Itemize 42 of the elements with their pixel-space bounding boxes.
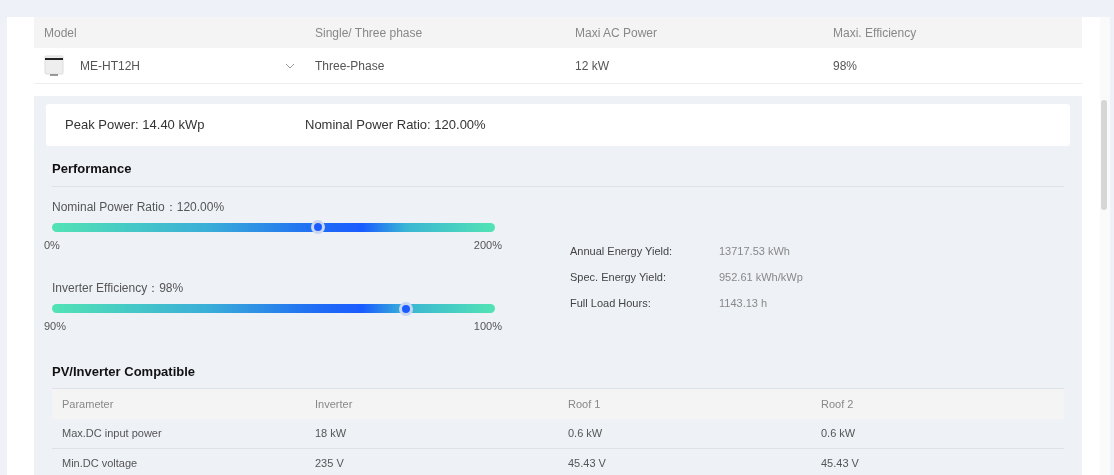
table-cell-text: 45.43 V [567,456,607,472]
stat-label: Annual Energy Yield: [570,243,674,258]
table-cell-text: 0.6 kW [820,426,857,442]
stat-label: Full Load Hours: [570,295,652,310]
table-cell-text: 98% [832,57,859,75]
table-cell-text: 18 kW [314,426,348,442]
slider-label: Nominal Power Ratio：120.00% [52,198,226,215]
column-header: Single/ Three phase [314,24,424,42]
column-header: Parameter [61,396,115,412]
slider-thumb[interactable] [399,301,414,316]
table-cell-text: Min.DC voltage [61,456,139,472]
table-cell-text: 12 kW [574,57,610,75]
scrollbar-thumb[interactable] [1101,100,1107,210]
column-header: Roof 1 [567,396,602,412]
slider-thumb[interactable] [310,220,325,234]
column-header: Roof 2 [820,396,855,412]
column-header: Inverter [314,396,354,412]
column-header: Maxi AC Power [574,24,659,42]
slider-max-label: 100% [473,319,502,334]
table-cell-text: Max.DC input power [61,426,163,442]
nominal-ratio-text: Nominal Power Ratio: 120.00% [305,116,486,135]
model-select[interactable]: ME-HT12H [34,48,305,83]
stat-value: 13717.53 kWh [719,243,790,258]
slider-max-label: 200% [473,237,502,253]
table-cell-text: 0.6 kW [567,426,604,442]
peak-power-text: Peak Power: 14.40 kWp [65,116,206,135]
chevron-down-icon [285,62,295,69]
section-title: Performance [52,159,1064,187]
stat-label: Spec. Energy Yield: [570,269,667,284]
column-header: Model [43,24,78,42]
slider-min-label: 90% [44,319,67,334]
stat-value: 952.61 kWh/kWp [719,269,803,284]
table-cell-text: 235 V [314,456,345,472]
slider-track[interactable] [52,304,495,313]
slider-track[interactable] [52,222,495,232]
inverter-icon [44,54,64,77]
table-cell-text: 45.43 V [820,456,860,472]
slider-min-label: 0% [44,237,60,253]
table-cell-text: Three-Phase [314,57,386,75]
stat-value: 1143.13 h [719,295,768,310]
slider-label: Inverter Efficiency：98% [52,280,185,296]
column-header: Maxi. Efficiency [832,24,918,42]
